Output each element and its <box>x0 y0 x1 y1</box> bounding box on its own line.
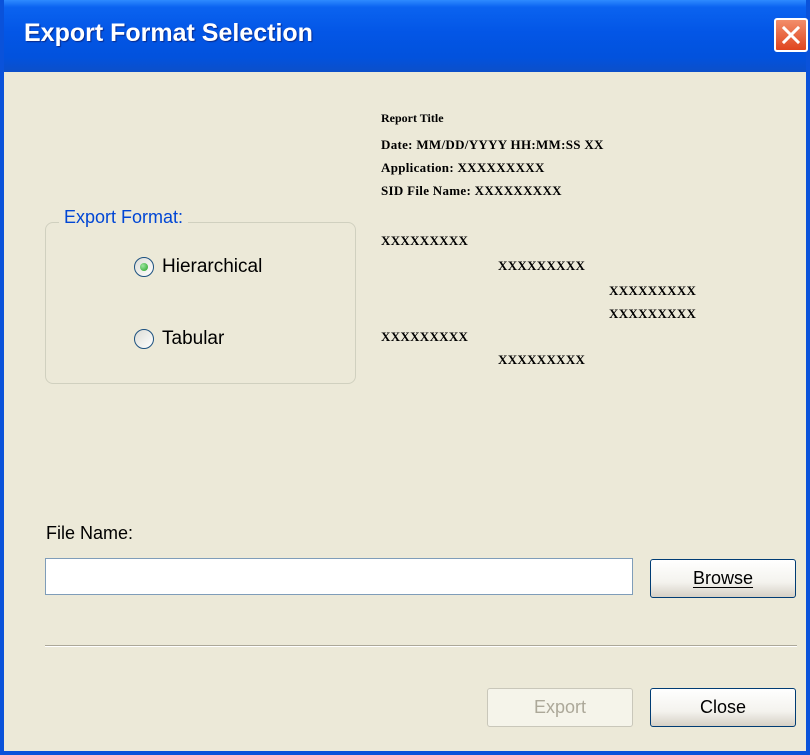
preview-row: XXXXXXXXX <box>381 329 469 344</box>
preview-row: XXXXXXXXX <box>609 306 697 321</box>
export-button-label: Export <box>533 697 587 717</box>
close-icon <box>781 25 801 45</box>
browse-button[interactable]: Browse <box>650 559 796 598</box>
radio-tabular[interactable]: Tabular <box>134 328 224 350</box>
export-format-legend: Export Format: <box>59 207 189 228</box>
separator <box>45 645 797 647</box>
radio-button[interactable] <box>134 257 154 277</box>
preview-sid-line: SID File Name: XXXXXXXXX <box>381 183 562 198</box>
file-name-input[interactable] <box>45 558 633 595</box>
browse-button-label: Browse <box>692 568 754 588</box>
radio-label-hierarchical: Hierarchical <box>162 256 263 277</box>
close-button[interactable]: Close <box>650 688 796 727</box>
export-format-group <box>45 222 356 384</box>
radio-selected-dot <box>140 263 148 271</box>
preview-report-title: Report Title <box>381 111 444 125</box>
preview-row: XXXXXXXXX <box>609 283 697 298</box>
export-format-dialog: Export Format Selection Export Format: H… <box>0 0 810 755</box>
preview-application-line: Application: XXXXXXXXX <box>381 160 545 175</box>
radio-button[interactable] <box>134 329 154 349</box>
radio-hierarchical[interactable]: Hierarchical <box>134 256 262 278</box>
preview-row: XXXXXXXXX <box>498 258 586 273</box>
title-bar[interactable]: Export Format Selection <box>4 0 808 72</box>
preview-row: XXXXXXXXX <box>381 233 469 248</box>
close-button-label: Close <box>699 697 747 717</box>
file-name-label: File Name: <box>46 523 134 543</box>
preview-date-line: Date: MM/DD/YYYY HH:MM:SS XX <box>381 137 604 152</box>
export-button[interactable]: Export <box>487 688 633 727</box>
radio-label-tabular: Tabular <box>162 328 225 349</box>
preview-row: XXXXXXXXX <box>498 352 586 367</box>
window-title: Export Format Selection <box>24 19 313 47</box>
close-window-button[interactable] <box>774 18 808 52</box>
